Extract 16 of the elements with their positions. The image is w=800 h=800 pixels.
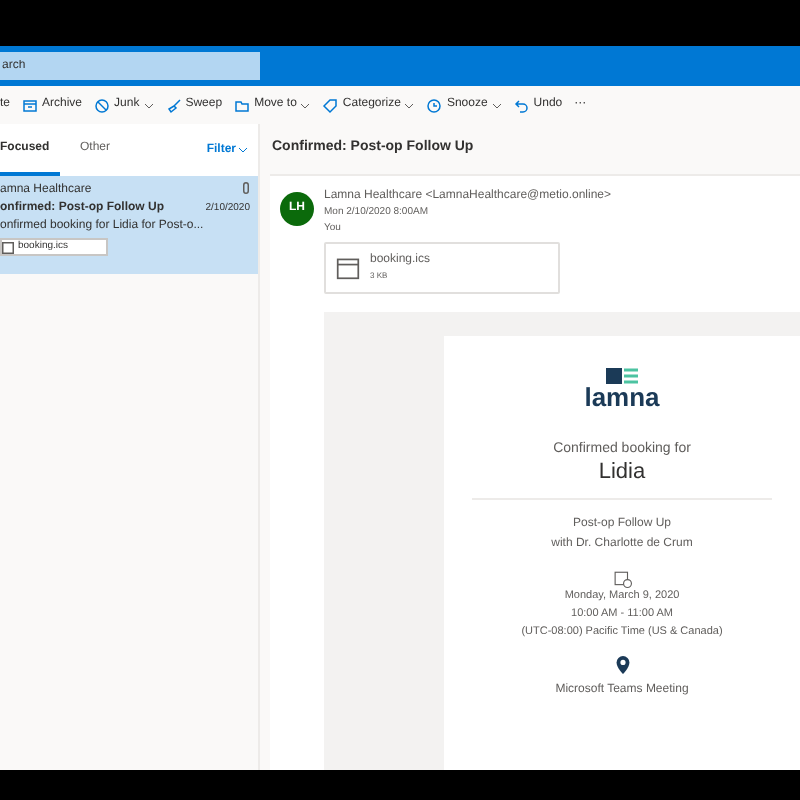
- logo-wordmark: lamna: [584, 384, 660, 412]
- location-pin-icon: [615, 656, 629, 674]
- broom-icon: [165, 97, 182, 113]
- ban-icon: [94, 97, 111, 113]
- clock-icon: [426, 97, 443, 113]
- undo-icon: [513, 97, 530, 113]
- archive-icon: [22, 97, 39, 113]
- chevron-down-icon: [238, 146, 248, 154]
- tag-icon: [322, 97, 339, 113]
- folder-icon: [234, 97, 251, 113]
- file-icon: [2, 241, 14, 253]
- calendar-clock-icon: [613, 570, 631, 588]
- paperclip-icon: [242, 182, 250, 194]
- patient-name: Lidia: [598, 458, 646, 486]
- calendar-icon: [336, 256, 360, 280]
- logo-mark-icon: [606, 368, 638, 384]
